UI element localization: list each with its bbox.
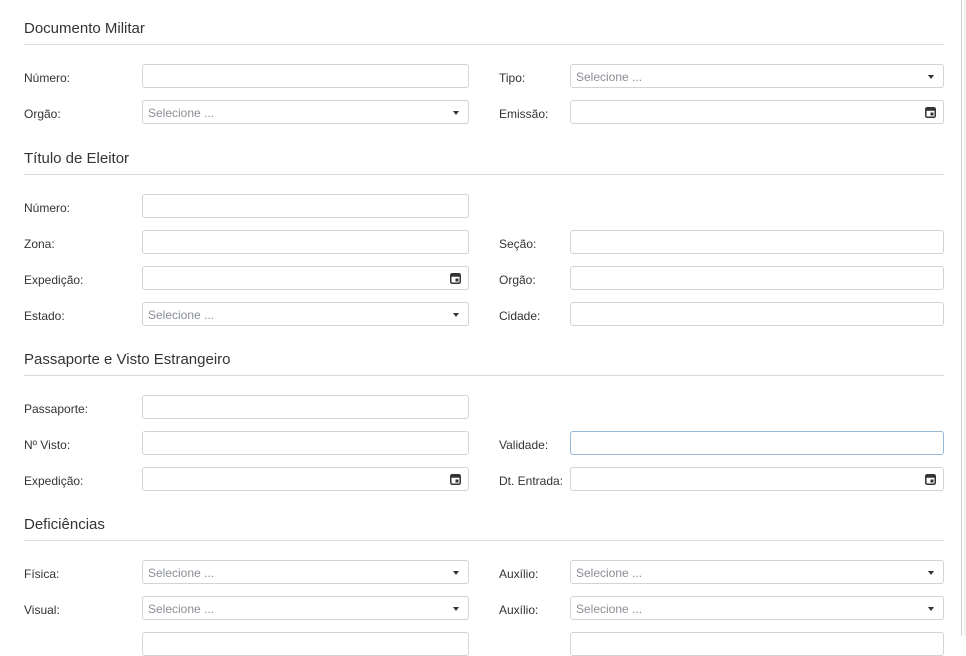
section-title-deficiencias: Deficiências bbox=[24, 516, 105, 533]
militar-emissao-date[interactable] bbox=[570, 100, 944, 124]
section-divider bbox=[24, 44, 944, 45]
chevron-down-icon bbox=[453, 607, 459, 611]
label-passaporte-expedicao: Expedição: bbox=[24, 474, 84, 488]
auxilio-fisica-select[interactable]: Selecione ... bbox=[570, 560, 944, 584]
chevron-down-icon bbox=[453, 111, 459, 115]
eleitor-zona-input[interactable] bbox=[142, 230, 469, 254]
auxilio-fisica-placeholder: Selecione ... bbox=[576, 566, 643, 580]
auxilio-visual-placeholder: Selecione ... bbox=[576, 602, 643, 616]
calendar-icon[interactable] bbox=[925, 107, 936, 118]
section-divider bbox=[24, 174, 944, 175]
label-eleitor-orgao: Orgão: bbox=[499, 273, 536, 287]
label-eleitor-expedicao: Expedição: bbox=[24, 273, 84, 287]
passaporte-input[interactable] bbox=[142, 395, 469, 419]
chevron-down-icon bbox=[928, 607, 934, 611]
label-eleitor-zona: Zona: bbox=[24, 237, 55, 251]
chevron-down-icon bbox=[928, 75, 934, 79]
fisica-placeholder: Selecione ... bbox=[148, 566, 215, 580]
militar-tipo-placeholder: Selecione ... bbox=[576, 70, 643, 84]
militar-tipo-select[interactable]: Selecione ... bbox=[570, 64, 944, 88]
fisica-select[interactable]: Selecione ... bbox=[142, 560, 469, 584]
visual-placeholder: Selecione ... bbox=[148, 602, 215, 616]
eleitor-estado-placeholder: Selecione ... bbox=[148, 308, 215, 322]
label-militar-tipo: Tipo: bbox=[499, 71, 526, 85]
label-passaporte: Passaporte: bbox=[24, 402, 89, 416]
auxilio-visual-select[interactable]: Selecione ... bbox=[570, 596, 944, 620]
label-eleitor-estado: Estado: bbox=[24, 309, 65, 323]
label-fisica: Física: bbox=[24, 567, 60, 581]
label-eleitor-numero: Número: bbox=[24, 201, 71, 215]
section-title-documento-militar: Documento Militar bbox=[24, 20, 145, 37]
chevron-down-icon bbox=[453, 313, 459, 317]
eleitor-estado-select[interactable]: Selecione ... bbox=[142, 302, 469, 326]
eleitor-expedicao-date[interactable] bbox=[142, 266, 469, 290]
calendar-icon[interactable] bbox=[450, 273, 461, 284]
militar-orgao-placeholder: Selecione ... bbox=[148, 106, 215, 120]
section-title-passaporte: Passaporte e Visto Estrangeiro bbox=[24, 351, 231, 368]
section-divider bbox=[24, 375, 944, 376]
militar-orgao-select[interactable]: Selecione ... bbox=[142, 100, 469, 124]
section-title-titulo-eleitor: Título de Eleitor bbox=[24, 150, 130, 167]
label-visual: Visual: bbox=[24, 603, 60, 617]
label-auxilio-visual: Auxílio: bbox=[499, 603, 539, 617]
section-divider bbox=[24, 540, 944, 541]
label-auxilio-fisica: Auxílio: bbox=[499, 567, 539, 581]
label-validade: Validade: bbox=[499, 438, 549, 452]
label-militar-numero: Número: bbox=[24, 71, 71, 85]
passaporte-expedicao-date[interactable] bbox=[142, 467, 469, 491]
visto-input[interactable] bbox=[142, 431, 469, 455]
label-eleitor-cidade: Cidade: bbox=[499, 309, 541, 323]
eleitor-secao-input[interactable] bbox=[570, 230, 944, 254]
window-border bbox=[961, 0, 962, 636]
label-militar-emissao: Emissão: bbox=[499, 107, 549, 121]
dt-entrada-date[interactable] bbox=[570, 467, 944, 491]
validade-input[interactable] bbox=[570, 431, 944, 455]
calendar-icon[interactable] bbox=[925, 474, 936, 485]
eleitor-numero-input[interactable] bbox=[142, 194, 469, 218]
label-eleitor-secao: Seção: bbox=[499, 237, 537, 251]
chevron-down-icon bbox=[928, 571, 934, 575]
visual-select[interactable]: Selecione ... bbox=[142, 596, 469, 620]
calendar-icon[interactable] bbox=[450, 474, 461, 485]
label-militar-orgao: Orgão: bbox=[24, 107, 61, 121]
eleitor-cidade-input[interactable] bbox=[570, 302, 944, 326]
label-dt-entrada: Dt. Entrada: bbox=[499, 474, 564, 488]
eleitor-orgao-input[interactable] bbox=[570, 266, 944, 290]
militar-numero-input[interactable] bbox=[142, 64, 469, 88]
label-visto: Nº Visto: bbox=[24, 438, 71, 452]
chevron-down-icon bbox=[453, 571, 459, 575]
